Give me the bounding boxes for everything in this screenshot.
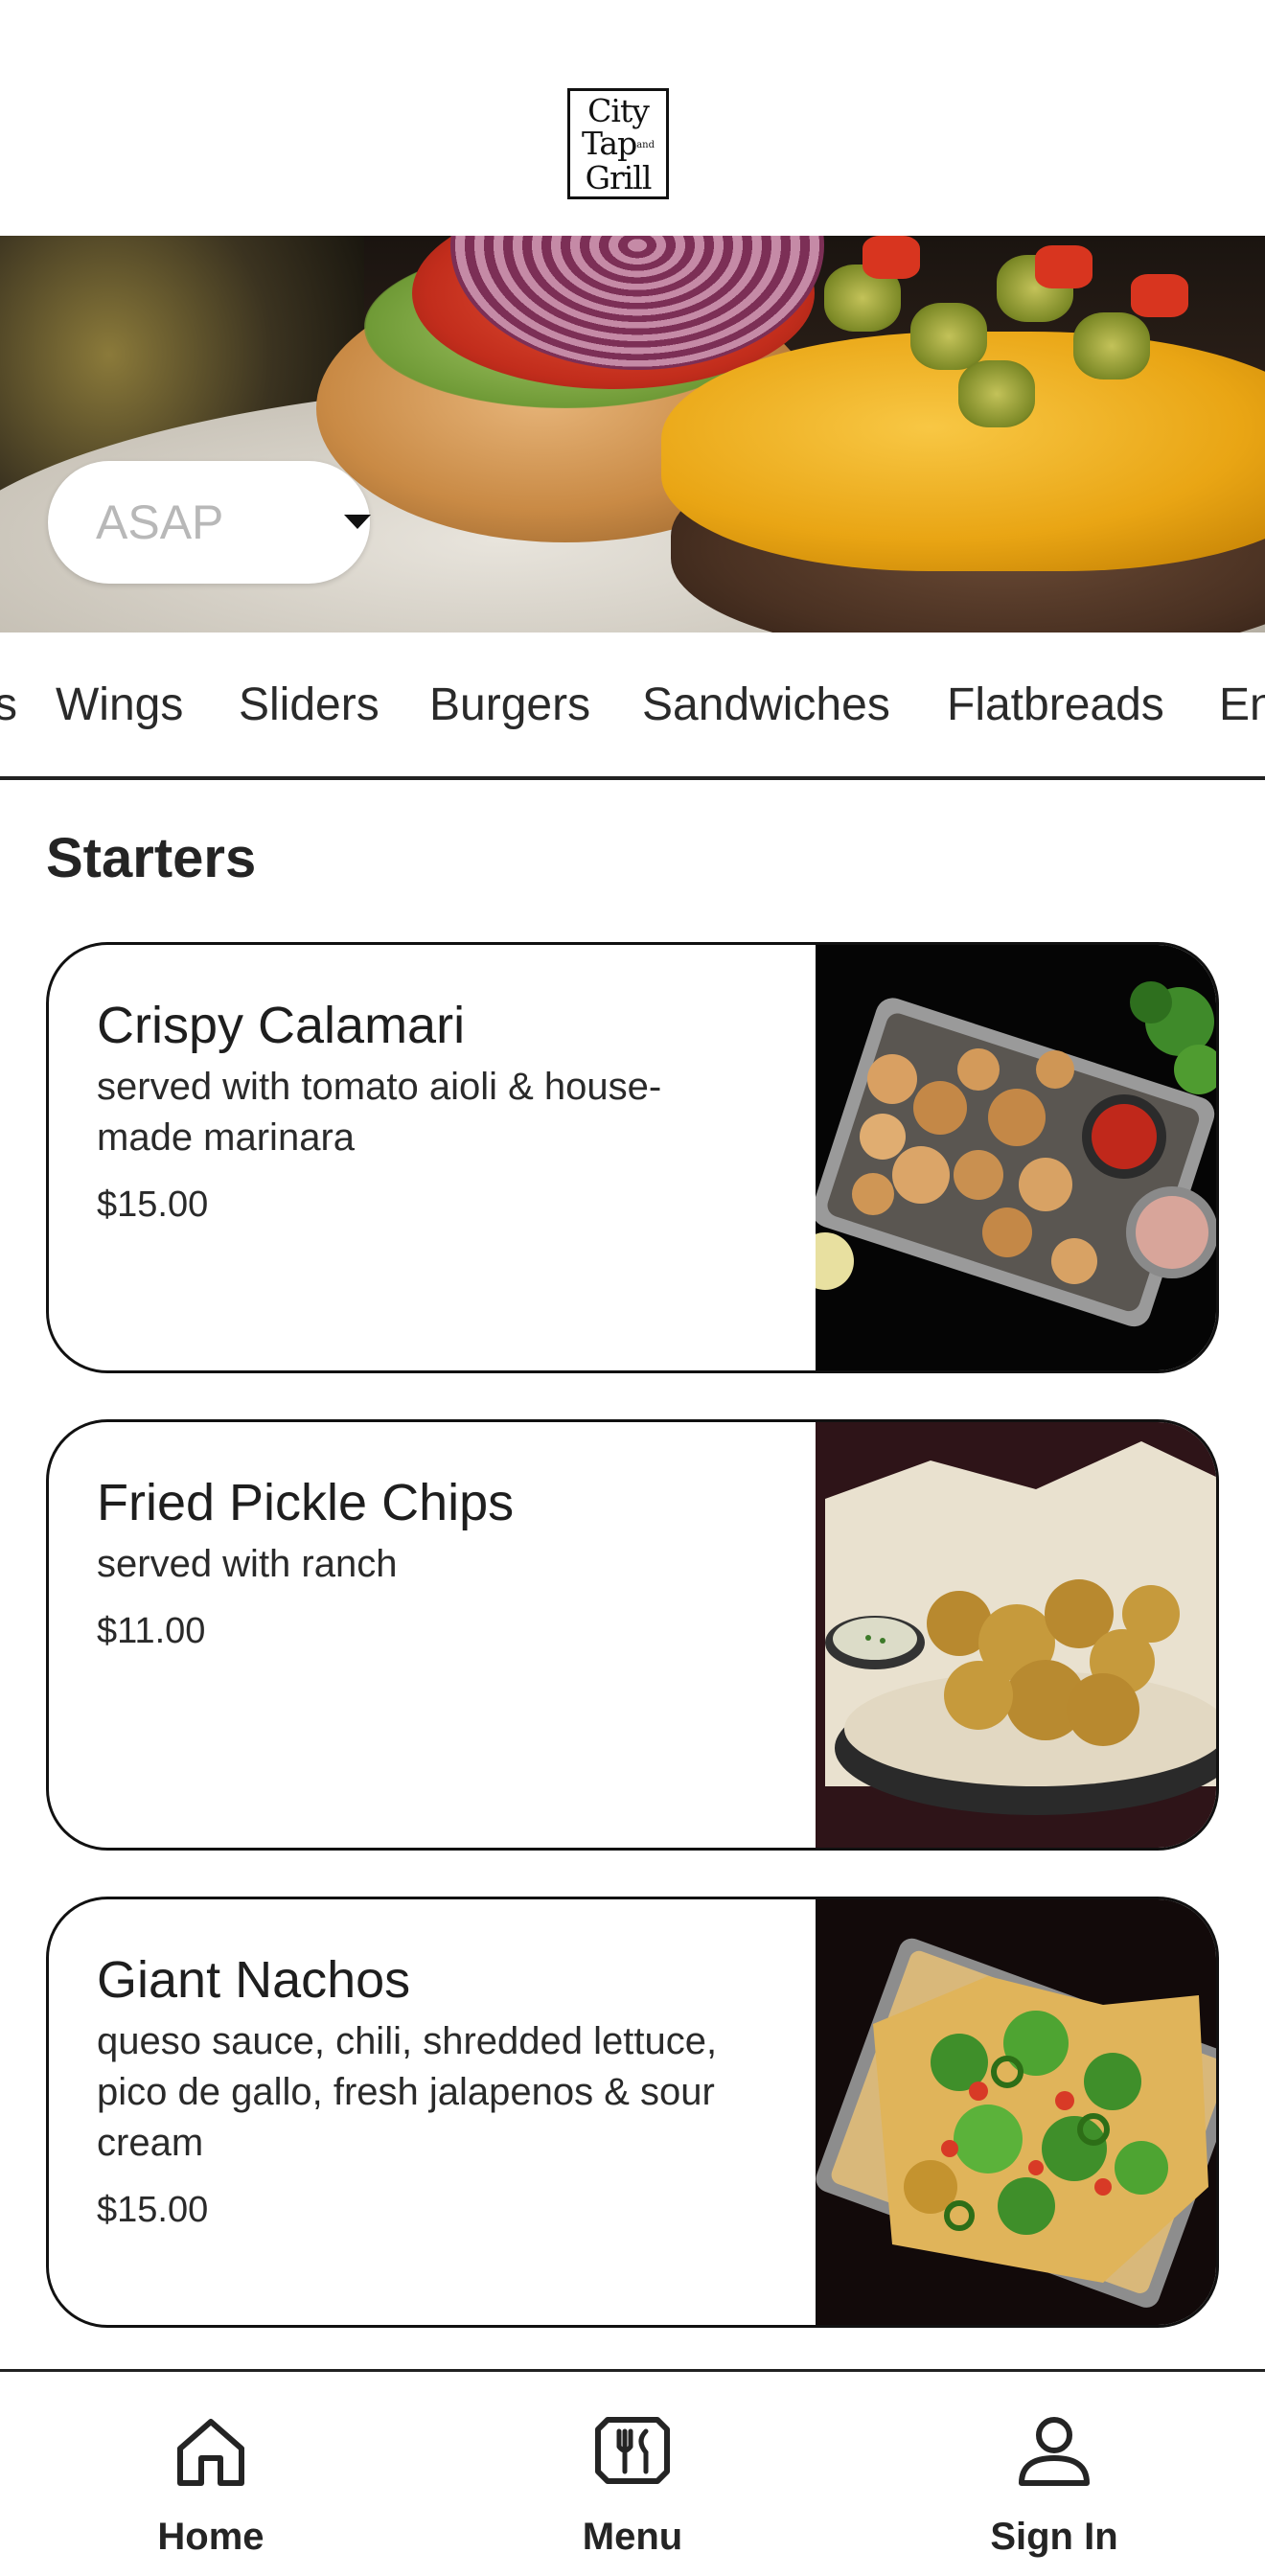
city-tap-grill-logo[interactable]: City Tapand Grill [567, 88, 669, 199]
category-tab-partial-right[interactable]: En [1219, 678, 1265, 731]
category-tab-wings[interactable]: Wings [56, 678, 183, 731]
menu-item-price: $11.00 [97, 1611, 206, 1651]
menu-item-card[interactable]: Fried Pickle Chips served with ranch $11… [46, 1419, 1219, 1851]
order-time-value: ASAP [96, 495, 224, 549]
category-tab-sliders[interactable]: Sliders [239, 678, 380, 731]
home-icon [177, 2419, 244, 2486]
menu-item-card[interactable]: Crispy Calamari served with tomato aioli… [46, 942, 1219, 1373]
giant-nachos-photo [816, 1899, 1216, 2325]
nav-menu[interactable]: Menu [489, 2372, 776, 2576]
menu-item-card[interactable]: Giant Nachos queso sauce, chili, shredde… [46, 1897, 1219, 2328]
menu-item-price: $15.00 [97, 1184, 209, 1225]
category-tab-burgers[interactable]: Burgers [429, 678, 590, 731]
menu-item-description: queso sauce, chili, shredded lettuce, pi… [97, 2020, 718, 2164]
nav-sign-in-label: Sign In [990, 2516, 1118, 2558]
calamari-photo [816, 945, 1216, 1370]
fried-pickle-chips-photo [816, 1422, 1216, 1848]
order-time-dropdown[interactable]: ASAP [48, 461, 371, 584]
menu-item-description: served with tomato aioli & house- made m… [97, 1066, 662, 1159]
category-tab-flatbreads[interactable]: Flatbreads [947, 678, 1164, 731]
menu-item-name: Fried Pickle Chips [97, 1474, 515, 1531]
menu-utensils-icon [595, 2417, 670, 2484]
logo-line-tap: Tapand [581, 125, 656, 162]
bottom-navigation: Home Menu Sign In [0, 2369, 1265, 2576]
header: City Tapand Grill [0, 0, 1265, 236]
category-tab-sandwiches[interactable]: Sandwiches [642, 678, 890, 731]
logo-line-city: City [587, 92, 650, 129]
logo-line-grill: Grill [585, 159, 653, 196]
caret-down-icon [344, 515, 371, 529]
nav-home[interactable]: Home [67, 2372, 355, 2576]
category-tab-partial-left[interactable]: s [0, 678, 17, 731]
nav-sign-in[interactable]: Sign In [910, 2372, 1198, 2576]
section-title-starters: Starters [46, 827, 257, 889]
menu-item-description: served with ranch [97, 1543, 398, 1585]
nav-menu-label: Menu [582, 2516, 683, 2558]
user-icon [1019, 2417, 1090, 2486]
menu-item-name: Crispy Calamari [97, 997, 466, 1054]
menu-item-name: Giant Nachos [97, 1951, 411, 2009]
menu-item-price: $15.00 [97, 2190, 209, 2230]
nav-home-label: Home [157, 2516, 264, 2558]
category-tabs: s Wings Sliders Burgers Sandwiches Flatb… [0, 632, 1265, 780]
